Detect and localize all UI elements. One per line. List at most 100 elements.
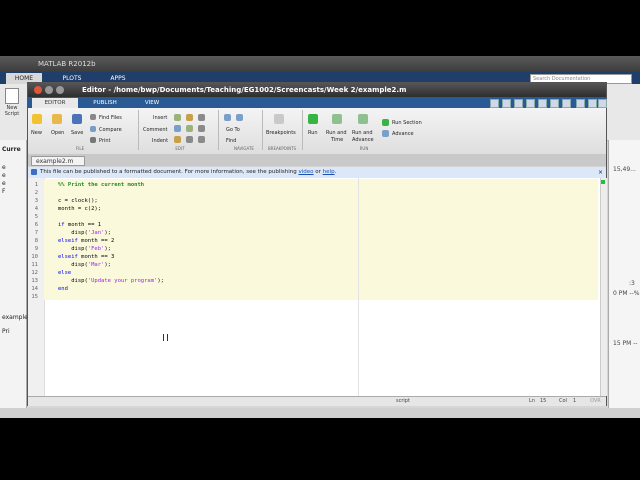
code-line[interactable]: elseif month == 2 xyxy=(58,237,114,245)
run-and-advance-label-2[interactable]: Advance xyxy=(352,137,374,143)
status-col-value: 1 xyxy=(573,398,577,404)
run-icon[interactable] xyxy=(308,114,318,124)
insert-section-icon[interactable] xyxy=(174,114,181,121)
redo-quick-icon[interactable] xyxy=(550,99,559,108)
history-line: 0 PM --% xyxy=(613,290,640,297)
wrap-comment-icon[interactable] xyxy=(198,125,205,132)
code-keyword: elseif xyxy=(58,238,78,244)
run-and-time-label-2[interactable]: Time xyxy=(331,137,343,143)
document-tab-example2[interactable]: example2.m xyxy=(31,156,85,166)
folder-item[interactable]: e xyxy=(2,164,6,171)
history-line: 15 PM -- xyxy=(613,340,638,347)
new-file-icon[interactable] xyxy=(32,114,42,124)
comment-icon[interactable] xyxy=(174,125,181,132)
code-line[interactable]: if month == 1 xyxy=(58,221,101,229)
infobar-period: . xyxy=(334,169,337,175)
editor-title-bar[interactable]: Editor - /home/bwp/Documents/Teaching/EG… xyxy=(28,83,606,97)
compare-button[interactable]: Compare xyxy=(99,127,122,133)
info-icon xyxy=(31,168,37,175)
insert-button[interactable]: Insert xyxy=(153,115,167,121)
insert-function-icon[interactable] xyxy=(186,114,193,121)
tab-view[interactable]: VIEW xyxy=(132,98,172,108)
run-and-time-icon[interactable] xyxy=(332,114,342,124)
editor-scrollbar[interactable] xyxy=(600,178,607,396)
breakpoints-icon[interactable] xyxy=(274,114,284,124)
code-line[interactable]: disp('Feb'); xyxy=(58,245,111,253)
close-infobar-icon[interactable]: × xyxy=(598,167,603,178)
run-button[interactable]: Run xyxy=(308,130,318,136)
code-text: month == 1 xyxy=(64,222,102,228)
paste-quick-icon[interactable] xyxy=(526,99,535,108)
code-analyzer-status-icon[interactable] xyxy=(601,180,605,184)
ribbon-divider xyxy=(138,110,139,150)
new-button[interactable]: New xyxy=(31,130,42,136)
tab-publish[interactable]: PUBLISH xyxy=(82,98,128,108)
status-mode: script xyxy=(396,398,410,404)
video-link[interactable]: video xyxy=(299,169,314,175)
code-line[interactable]: else xyxy=(58,269,71,277)
folder-item[interactable]: F xyxy=(2,188,5,195)
tab-editor[interactable]: EDITOR xyxy=(32,98,78,108)
advance-button[interactable]: Advance xyxy=(392,131,414,137)
find-files-button[interactable]: Find Files xyxy=(99,115,122,121)
main-status-bar xyxy=(0,408,640,418)
go-to-button[interactable]: Go To xyxy=(226,127,240,133)
minimize-window-icon[interactable] xyxy=(45,86,53,94)
uncomment-icon[interactable] xyxy=(186,125,193,132)
run-and-time-label-1[interactable]: Run and xyxy=(326,130,347,136)
code-text: disp( xyxy=(58,262,88,268)
help-icon[interactable] xyxy=(576,99,585,108)
run-and-advance-icon[interactable] xyxy=(358,114,368,124)
code-line[interactable]: month = c(2); xyxy=(58,205,101,213)
print-icon xyxy=(90,137,96,143)
decrease-indent-icon[interactable] xyxy=(198,136,205,143)
copy-quick-icon[interactable] xyxy=(514,99,523,108)
edit-group-label: EDIT xyxy=(175,146,185,151)
find-button[interactable]: Find xyxy=(226,138,236,144)
code-line[interactable]: c = clock(); xyxy=(58,197,98,205)
navigate-group-label: NAVIGATE xyxy=(234,146,254,151)
go-back-icon[interactable] xyxy=(224,114,231,121)
indent-button[interactable]: Indent xyxy=(152,138,168,144)
comment-button[interactable]: Comment xyxy=(143,127,168,133)
save-quick-icon[interactable] xyxy=(490,99,499,108)
code-line[interactable]: disp('Mar'); xyxy=(58,261,111,269)
breakpoints-button[interactable]: Breakpoints xyxy=(266,130,296,136)
folder-item[interactable]: e xyxy=(2,180,6,187)
run-and-advance-label-1[interactable]: Run and xyxy=(352,130,373,136)
open-folder-icon[interactable] xyxy=(52,114,62,124)
undo-quick-icon[interactable] xyxy=(538,99,547,108)
code-line[interactable]: %% Print the current month xyxy=(58,181,144,189)
help-link[interactable]: help xyxy=(323,169,335,175)
main-title-bar: MATLAB R2012b xyxy=(0,56,640,72)
save-icon[interactable] xyxy=(72,114,82,124)
print-button[interactable]: Print xyxy=(99,138,111,144)
line-number: 2 xyxy=(34,190,38,196)
new-script-button[interactable]: New Script xyxy=(2,88,22,117)
run-section-button[interactable]: Run Section xyxy=(392,120,422,126)
cut-quick-icon[interactable] xyxy=(502,99,511,108)
maximize-window-icon[interactable] xyxy=(56,86,64,94)
code-string: 'Mar' xyxy=(87,262,105,268)
code-line[interactable]: disp('Jan'); xyxy=(58,229,111,237)
find-files-icon xyxy=(90,114,96,120)
insert-options-icon[interactable] xyxy=(198,114,205,121)
line-number: 15 xyxy=(31,294,38,300)
go-forward-icon[interactable] xyxy=(236,114,243,121)
code-text: disp( xyxy=(58,278,88,284)
undock-icon[interactable] xyxy=(598,99,607,108)
close-window-icon[interactable] xyxy=(34,86,42,94)
increase-indent-icon[interactable] xyxy=(186,136,193,143)
code-line[interactable]: disp('Update your program'); xyxy=(58,277,164,285)
breakpoints-group-label: BREAKPOINTS xyxy=(267,146,297,151)
smart-indent-icon[interactable] xyxy=(174,136,181,143)
line-number: 6 xyxy=(34,222,38,228)
panel-bottom-item[interactable]: Pri xyxy=(2,328,10,335)
code-line[interactable]: elseif month == 3 xyxy=(58,253,114,261)
code-line[interactable]: end xyxy=(58,285,68,293)
save-button[interactable]: Save xyxy=(71,130,83,136)
switch-windows-icon[interactable] xyxy=(562,99,571,108)
folder-item[interactable]: e xyxy=(2,172,6,179)
open-button[interactable]: Open xyxy=(51,130,64,136)
minimize-toolstrip-icon[interactable] xyxy=(588,99,597,108)
